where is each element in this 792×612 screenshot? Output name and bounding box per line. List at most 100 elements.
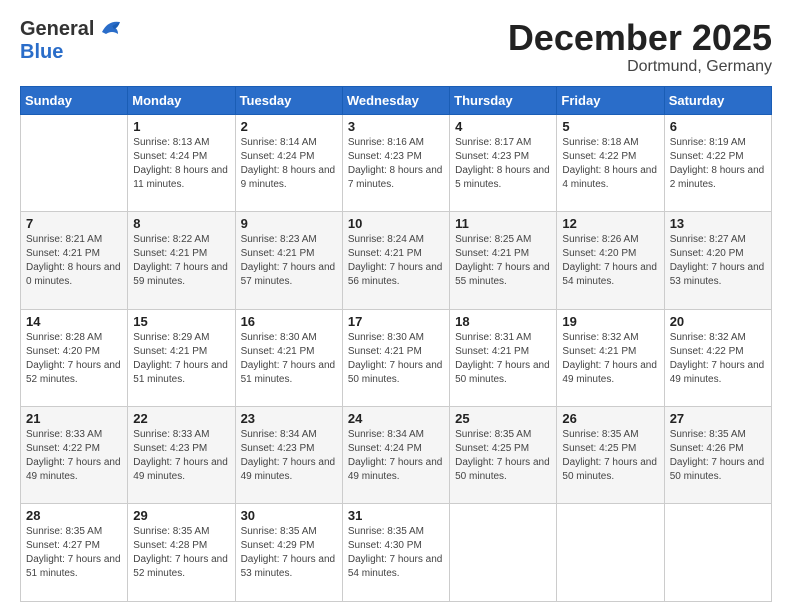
day-number: 4	[455, 119, 551, 134]
day-number: 17	[348, 314, 444, 329]
day-number: 29	[133, 508, 229, 523]
calendar-cell: 5 Sunrise: 8:18 AMSunset: 4:22 PMDaylight…	[557, 114, 664, 211]
day-info: Sunrise: 8:13 AMSunset: 4:24 PMDaylight:…	[133, 136, 229, 192]
day-number: 13	[670, 216, 766, 231]
calendar-cell: 15 Sunrise: 8:29 AMSunset: 4:21 PMDayligh…	[128, 309, 235, 406]
day-info: Sunrise: 8:18 AMSunset: 4:22 PMDaylight:…	[562, 136, 658, 192]
calendar-cell: 9 Sunrise: 8:23 AMSunset: 4:21 PMDaylight…	[235, 212, 342, 309]
day-number: 18	[455, 314, 551, 329]
day-info: Sunrise: 8:31 AMSunset: 4:21 PMDaylight:…	[455, 331, 551, 387]
calendar-cell: 25 Sunrise: 8:35 AMSunset: 4:25 PMDayligh…	[450, 407, 557, 504]
day-info: Sunrise: 8:16 AMSunset: 4:23 PMDaylight:…	[348, 136, 444, 192]
weekday-header-wednesday: Wednesday	[342, 86, 449, 114]
calendar-cell: 20 Sunrise: 8:32 AMSunset: 4:22 PMDayligh…	[664, 309, 771, 406]
calendar-cell: 19Sunrise: 8:32 AMSunset: 4:21 PMDayligh…	[557, 309, 664, 406]
day-info: Sunrise: 8:33 AMSunset: 4:23 PMDaylight:…	[133, 428, 229, 484]
day-info: Sunrise: 8:35 AMSunset: 4:25 PMDaylight:…	[455, 428, 551, 484]
weekday-header-saturday: Saturday	[664, 86, 771, 114]
calendar-week-row: 14 Sunrise: 8:28 AMSunset: 4:20 PMDayligh…	[21, 309, 772, 406]
day-number: 24	[348, 411, 444, 426]
day-number: 31	[348, 508, 444, 523]
day-info: Sunrise: 8:35 AMSunset: 4:25 PMDaylight:…	[562, 428, 658, 484]
day-number: 15	[133, 314, 229, 329]
calendar-cell: 17 Sunrise: 8:30 AMSunset: 4:21 PMDayligh…	[342, 309, 449, 406]
weekday-header-thursday: Thursday	[450, 86, 557, 114]
day-info: Sunrise: 8:14 AMSunset: 4:24 PMDaylight:…	[241, 136, 337, 192]
day-number: 27	[670, 411, 766, 426]
day-info: Sunrise: 8:17 AMSunset: 4:23 PMDaylight:…	[455, 136, 551, 192]
calendar-cell: 23Sunrise: 8:34 AMSunset: 4:23 PMDayligh…	[235, 407, 342, 504]
logo-blue: Blue	[20, 41, 124, 64]
calendar-cell: 6Sunrise: 8:19 AMSunset: 4:22 PMDaylight…	[664, 114, 771, 211]
calendar-cell	[664, 504, 771, 602]
day-number: 28	[26, 508, 122, 523]
day-info: Sunrise: 8:24 AMSunset: 4:21 PMDaylight:…	[348, 233, 444, 289]
calendar-cell: 14 Sunrise: 8:28 AMSunset: 4:20 PMDayligh…	[21, 309, 128, 406]
logo: General Blue	[20, 18, 124, 64]
day-number: 26	[562, 411, 658, 426]
weekday-header-row: SundayMondayTuesdayWednesdayThursdayFrid…	[21, 86, 772, 114]
day-info: Sunrise: 8:27 AMSunset: 4:20 PMDaylight:…	[670, 233, 766, 289]
calendar-cell: 13 Sunrise: 8:27 AMSunset: 4:20 PMDayligh…	[664, 212, 771, 309]
day-number: 5	[562, 119, 658, 134]
day-number: 12	[562, 216, 658, 231]
weekday-header-monday: Monday	[128, 86, 235, 114]
calendar-cell: 12 Sunrise: 8:26 AMSunset: 4:20 PMDayligh…	[557, 212, 664, 309]
header: General Blue December 2025 Dortmund, Ger…	[20, 18, 772, 76]
calendar-week-row: 7 Sunrise: 8:21 AMSunset: 4:21 PMDaylight…	[21, 212, 772, 309]
calendar-cell: 3 Sunrise: 8:16 AMSunset: 4:23 PMDaylight…	[342, 114, 449, 211]
day-number: 30	[241, 508, 337, 523]
calendar: SundayMondayTuesdayWednesdayThursdayFrid…	[20, 86, 772, 602]
calendar-cell: 26 Sunrise: 8:35 AMSunset: 4:25 PMDayligh…	[557, 407, 664, 504]
calendar-cell: 29 Sunrise: 8:35 AMSunset: 4:28 PMDayligh…	[128, 504, 235, 602]
day-info: Sunrise: 8:28 AMSunset: 4:20 PMDaylight:…	[26, 331, 122, 387]
day-info: Sunrise: 8:29 AMSunset: 4:21 PMDaylight:…	[133, 331, 229, 387]
page: General Blue December 2025 Dortmund, Ger…	[0, 0, 792, 612]
day-number: 20	[670, 314, 766, 329]
day-number: 7	[26, 216, 122, 231]
day-info: Sunrise: 8:30 AMSunset: 4:21 PMDaylight:…	[241, 331, 337, 387]
day-info: Sunrise: 8:23 AMSunset: 4:21 PMDaylight:…	[241, 233, 337, 289]
day-info: Sunrise: 8:35 AMSunset: 4:28 PMDaylight:…	[133, 525, 229, 581]
day-info: Sunrise: 8:32 AMSunset: 4:22 PMDaylight:…	[670, 331, 766, 387]
day-info: Sunrise: 8:32 AMSunset: 4:21 PMDaylight:…	[562, 331, 658, 387]
calendar-cell	[21, 114, 128, 211]
day-info: Sunrise: 8:35 AMSunset: 4:29 PMDaylight:…	[241, 525, 337, 581]
calendar-cell: 10 Sunrise: 8:24 AMSunset: 4:21 PMDayligh…	[342, 212, 449, 309]
logo-general: General	[20, 18, 94, 41]
calendar-cell: 21Sunrise: 8:33 AMSunset: 4:22 PMDayligh…	[21, 407, 128, 504]
day-info: Sunrise: 8:35 AMSunset: 4:26 PMDaylight:…	[670, 428, 766, 484]
day-info: Sunrise: 8:30 AMSunset: 4:21 PMDaylight:…	[348, 331, 444, 387]
calendar-cell: 11 Sunrise: 8:25 AMSunset: 4:21 PMDayligh…	[450, 212, 557, 309]
location: Dortmund, Germany	[508, 58, 772, 76]
weekday-header-sunday: Sunday	[21, 86, 128, 114]
calendar-cell: 8Sunrise: 8:22 AMSunset: 4:21 PMDaylight…	[128, 212, 235, 309]
calendar-cell: 27 Sunrise: 8:35 AMSunset: 4:26 PMDayligh…	[664, 407, 771, 504]
calendar-cell	[450, 504, 557, 602]
calendar-week-row: 28 Sunrise: 8:35 AMSunset: 4:27 PMDayligh…	[21, 504, 772, 602]
calendar-cell: 22Sunrise: 8:33 AMSunset: 4:23 PMDayligh…	[128, 407, 235, 504]
day-info: Sunrise: 8:34 AMSunset: 4:24 PMDaylight:…	[348, 428, 444, 484]
day-info: Sunrise: 8:35 AMSunset: 4:27 PMDaylight:…	[26, 525, 122, 581]
calendar-cell: 16Sunrise: 8:30 AMSunset: 4:21 PMDayligh…	[235, 309, 342, 406]
calendar-week-row: 1Sunrise: 8:13 AMSunset: 4:24 PMDaylight…	[21, 114, 772, 211]
calendar-cell: 31Sunrise: 8:35 AMSunset: 4:30 PMDayligh…	[342, 504, 449, 602]
day-number: 10	[348, 216, 444, 231]
day-number: 25	[455, 411, 551, 426]
day-info: Sunrise: 8:26 AMSunset: 4:20 PMDaylight:…	[562, 233, 658, 289]
day-number: 3	[348, 119, 444, 134]
weekday-header-tuesday: Tuesday	[235, 86, 342, 114]
day-number: 14	[26, 314, 122, 329]
calendar-cell: 24 Sunrise: 8:34 AMSunset: 4:24 PMDayligh…	[342, 407, 449, 504]
calendar-cell: 1Sunrise: 8:13 AMSunset: 4:24 PMDaylight…	[128, 114, 235, 211]
day-info: Sunrise: 8:25 AMSunset: 4:21 PMDaylight:…	[455, 233, 551, 289]
day-number: 11	[455, 216, 551, 231]
calendar-cell: 4 Sunrise: 8:17 AMSunset: 4:23 PMDaylight…	[450, 114, 557, 211]
calendar-cell: 7 Sunrise: 8:21 AMSunset: 4:21 PMDaylight…	[21, 212, 128, 309]
day-number: 9	[241, 216, 337, 231]
day-info: Sunrise: 8:34 AMSunset: 4:23 PMDaylight:…	[241, 428, 337, 484]
day-info: Sunrise: 8:33 AMSunset: 4:22 PMDaylight:…	[26, 428, 122, 484]
day-info: Sunrise: 8:21 AMSunset: 4:21 PMDaylight:…	[26, 233, 122, 289]
calendar-cell: 2Sunrise: 8:14 AMSunset: 4:24 PMDaylight…	[235, 114, 342, 211]
logo-bird-icon	[98, 18, 124, 40]
